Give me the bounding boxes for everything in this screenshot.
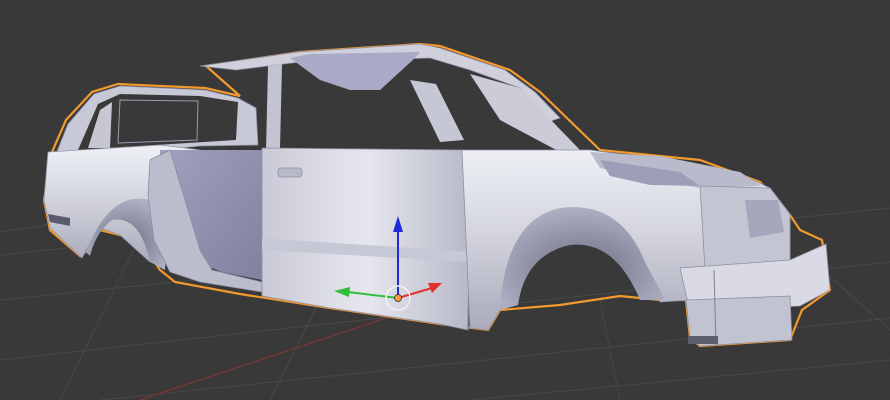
3d-viewport[interactable] — [0, 0, 890, 400]
door-handle — [277, 167, 303, 178]
car-body-mesh[interactable] — [42, 42, 832, 348]
viewport-canvas[interactable] — [0, 0, 890, 400]
pivot-point-icon — [394, 294, 402, 302]
